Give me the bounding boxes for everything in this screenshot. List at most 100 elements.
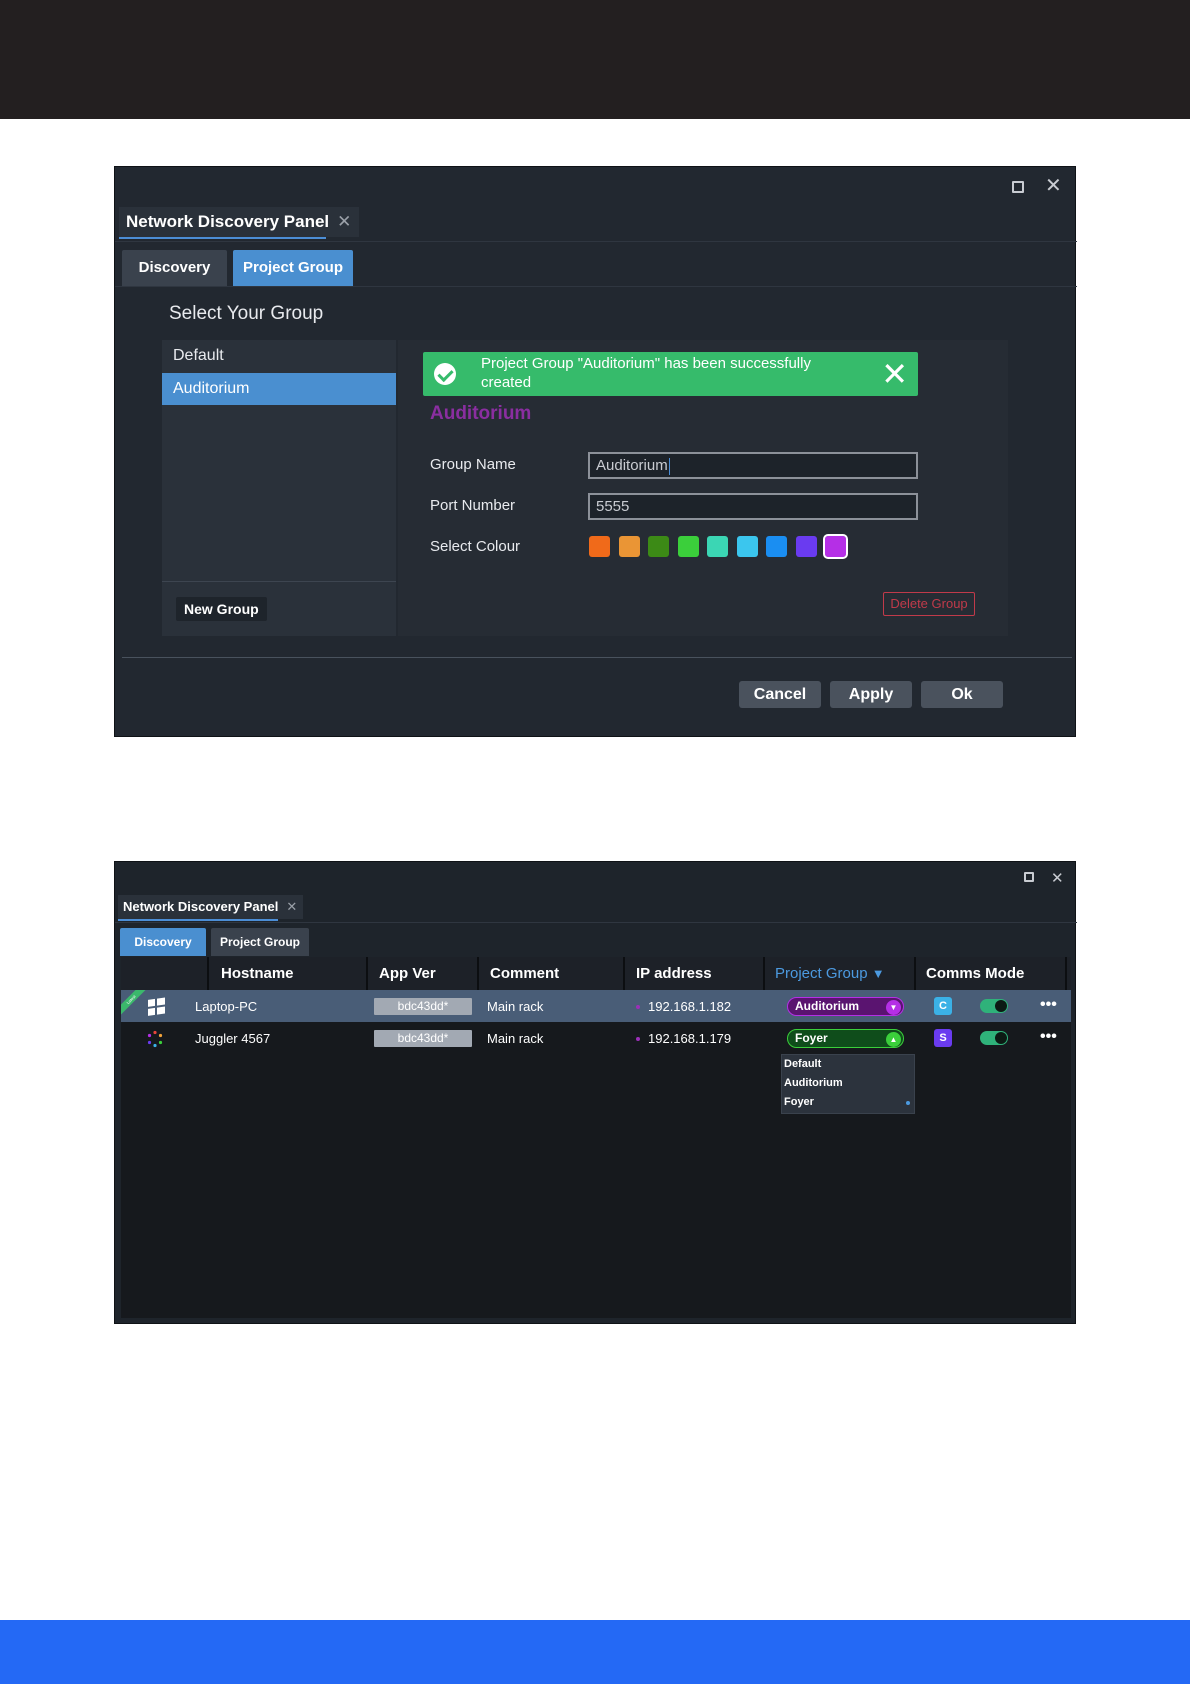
port-number-label: Port Number (430, 497, 516, 514)
cancel-button[interactable]: Cancel (739, 681, 821, 708)
group-item-default[interactable]: Default (162, 340, 396, 372)
table-header: Hostname App Ver Comment IP address Proj… (121, 957, 1071, 990)
section-heading: Select Your Group (169, 303, 324, 324)
latest-ribbon-label: Latest (121, 990, 147, 1016)
tab-discovery[interactable]: Discovery (120, 928, 206, 956)
hostname-cell: Laptop-PC (195, 999, 258, 1014)
project-group-dropdown: Default Auditorium Foyer (781, 1054, 915, 1114)
chevron-up-icon: ▲ (886, 1032, 901, 1047)
colour-swatch[interactable] (589, 536, 610, 557)
dropdown-option-auditorium[interactable]: Auditorium (784, 1077, 843, 1089)
document-footer-bar (0, 1620, 1190, 1684)
group-list: Default Auditorium New Group (162, 340, 396, 636)
group-details-pane: Project Group "Auditorium" has been succ… (398, 340, 1008, 636)
group-item-auditorium[interactable]: Auditorium (162, 373, 396, 405)
close-tab-icon[interactable]: ✕ (337, 212, 351, 231)
new-group-button[interactable]: New Group (176, 597, 267, 621)
colour-swatch[interactable] (618, 536, 640, 557)
column-header-comment[interactable]: Comment (490, 965, 559, 982)
dropdown-option-foyer[interactable]: Foyer (784, 1096, 814, 1108)
sort-desc-icon: ▼ (871, 966, 885, 981)
comms-toggle[interactable] (980, 999, 1008, 1013)
column-separator (366, 957, 368, 990)
more-options-icon[interactable]: ••• (1040, 996, 1057, 1014)
close-toast-icon[interactable]: ✕ (881, 356, 908, 392)
panel-tab-underline (119, 237, 326, 239)
app-version-tag: bdc43dd* (374, 1030, 472, 1047)
column-header-project-group-label: Project Group (775, 965, 868, 982)
tab-project-group[interactable]: Project Group (211, 928, 309, 956)
delete-group-button[interactable]: Delete Group (883, 592, 975, 616)
column-header-comms-mode[interactable]: Comms Mode (926, 965, 1024, 982)
text-caret (668, 457, 670, 475)
windows-icon (147, 996, 167, 1021)
colour-swatch[interactable] (823, 534, 848, 559)
success-toast: Project Group "Auditorium" has been succ… (423, 352, 918, 396)
colour-swatch[interactable] (766, 536, 787, 557)
column-header-app-ver[interactable]: App Ver (379, 965, 436, 982)
maximize-icon[interactable] (1012, 181, 1024, 193)
ip-address-cell: 192.168.1.179 (648, 1031, 732, 1046)
more-options-icon[interactable]: ••• (1040, 1028, 1057, 1046)
colour-swatch[interactable] (677, 536, 699, 557)
latest-ribbon: Latest (121, 990, 147, 1016)
project-group-value: Foyer (795, 1031, 828, 1045)
colour-swatch[interactable] (707, 536, 728, 557)
colour-swatch[interactable] (648, 536, 669, 557)
comment-cell[interactable]: Main rack (487, 999, 543, 1014)
column-separator (1065, 957, 1067, 990)
divider (115, 286, 1077, 287)
divider (115, 922, 1077, 923)
document-header-bar (0, 0, 1190, 119)
check-circle-icon (434, 363, 456, 385)
comment-cell[interactable]: Main rack (487, 1031, 543, 1046)
toggle-knob (995, 1032, 1007, 1044)
panel-tab-network-discovery[interactable]: Network Discovery Panel ✕ (118, 895, 304, 919)
group-name-value: Auditorium (596, 457, 668, 474)
tab-project-group[interactable]: Project Group (233, 250, 353, 286)
column-separator (763, 957, 765, 990)
column-separator (477, 957, 479, 990)
close-window-icon[interactable]: ✕ (1051, 869, 1064, 889)
project-group-value: Auditorium (795, 999, 859, 1013)
close-tab-icon[interactable]: ✕ (286, 899, 297, 914)
ip-address-cell: 192.168.1.182 (648, 999, 732, 1014)
group-name-input[interactable]: Auditorium (588, 452, 918, 479)
column-header-ip-address[interactable]: IP address (636, 965, 712, 982)
table-row[interactable]: Latest Laptop-PC bdc43dd* Main rack 192.… (121, 990, 1071, 1022)
panel-tab-label: Network Discovery Panel (123, 899, 279, 914)
apply-button[interactable]: Apply (830, 681, 912, 708)
project-group-window: ✕ Network Discovery Panel ✕ Discovery Pro… (114, 166, 1077, 737)
project-group-select[interactable]: Foyer ▲ (787, 1029, 904, 1048)
group-name-label: Group Name (430, 456, 516, 473)
port-number-value: 5555 (596, 498, 630, 515)
toast-message: Project Group "Auditorium" has been succ… (481, 355, 811, 391)
maximize-icon[interactable] (1024, 872, 1034, 882)
divider (162, 581, 396, 582)
column-header-hostname[interactable]: Hostname (221, 965, 294, 982)
dropdown-option-default[interactable]: Default (784, 1058, 821, 1070)
panel-tab-underline (118, 919, 278, 921)
select-colour-label: Select Colour (430, 538, 521, 555)
comms-mode-badge: S (934, 1029, 952, 1047)
juggler-logo-icon (146, 1030, 164, 1051)
comms-toggle[interactable] (980, 1031, 1008, 1045)
tab-discovery[interactable]: Discovery (122, 250, 227, 286)
project-group-select[interactable]: Auditorium ▼ (787, 997, 904, 1016)
port-number-input[interactable]: 5555 (588, 493, 918, 520)
close-window-icon[interactable]: ✕ (1045, 176, 1062, 196)
column-separator (623, 957, 625, 990)
colour-swatch[interactable] (795, 536, 817, 557)
status-dot (636, 1037, 640, 1041)
status-dot (636, 1005, 640, 1009)
device-table: Hostname App Ver Comment IP address Proj… (121, 957, 1071, 1318)
ok-button[interactable]: Ok (921, 681, 1003, 708)
panel-tab-network-discovery[interactable]: Network Discovery Panel ✕ (119, 207, 360, 237)
discovery-window: ✕ Network Discovery Panel ✕ Discovery Pro… (114, 861, 1077, 1324)
comms-mode-badge: C (934, 997, 952, 1015)
column-header-project-group[interactable]: Project Group ▼ (775, 965, 885, 982)
chevron-down-icon: ▼ (886, 1000, 901, 1015)
divider (115, 241, 1077, 242)
colour-swatch[interactable] (736, 536, 758, 557)
table-row[interactable]: Juggler 4567 bdc43dd* Main rack 192.168.… (121, 1022, 1071, 1054)
